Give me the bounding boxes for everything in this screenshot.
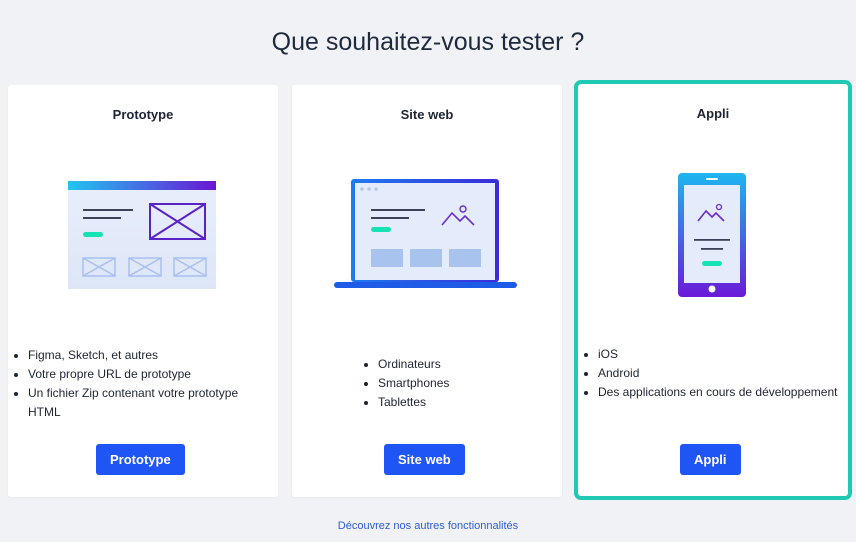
list-item: Figma, Sketch, et autres [28, 346, 274, 365]
feature-list: Ordinateurs Smartphones Tablettes [358, 355, 558, 412]
card-title: Site web [400, 107, 454, 122]
website-button[interactable]: Site web [384, 444, 465, 475]
smartphone-illustration [578, 173, 848, 299]
laptop-illustration [292, 179, 562, 293]
other-features-link[interactable]: Découvrez nos autres fonctionnalités [0, 520, 856, 532]
card-website[interactable]: Site web Ordinateurs [292, 85, 562, 497]
list-item: Tablettes [378, 393, 558, 412]
card-title: Prototype [112, 107, 174, 122]
app-button[interactable]: Appli [680, 444, 741, 475]
prototype-wireframe-illustration [8, 181, 278, 291]
list-item: Ordinateurs [378, 355, 558, 374]
prototype-button[interactable]: Prototype [96, 444, 185, 475]
card-prototype[interactable]: Prototype • Figma, Sketch, et autres • V… [8, 85, 278, 497]
list-item: Android [598, 364, 844, 383]
list-item: Smartphones [378, 374, 558, 393]
page-title: Que souhaitez-vous tester ? [271, 28, 585, 56]
list-item: iOS [598, 345, 844, 364]
feature-list: Figma, Sketch, et autres Votre propre UR… [8, 346, 274, 422]
list-item: Votre propre URL de prototype [28, 365, 274, 384]
feature-list: iOS Android Des applications en cours de… [578, 345, 844, 402]
card-title: Appli [696, 106, 730, 121]
list-item: Un fichier Zip contenant votre prototype… [28, 384, 274, 422]
card-app[interactable]: Appli iOS Android Des applications en co… [574, 80, 852, 500]
list-item: Des applications en cours de développeme… [598, 383, 844, 402]
